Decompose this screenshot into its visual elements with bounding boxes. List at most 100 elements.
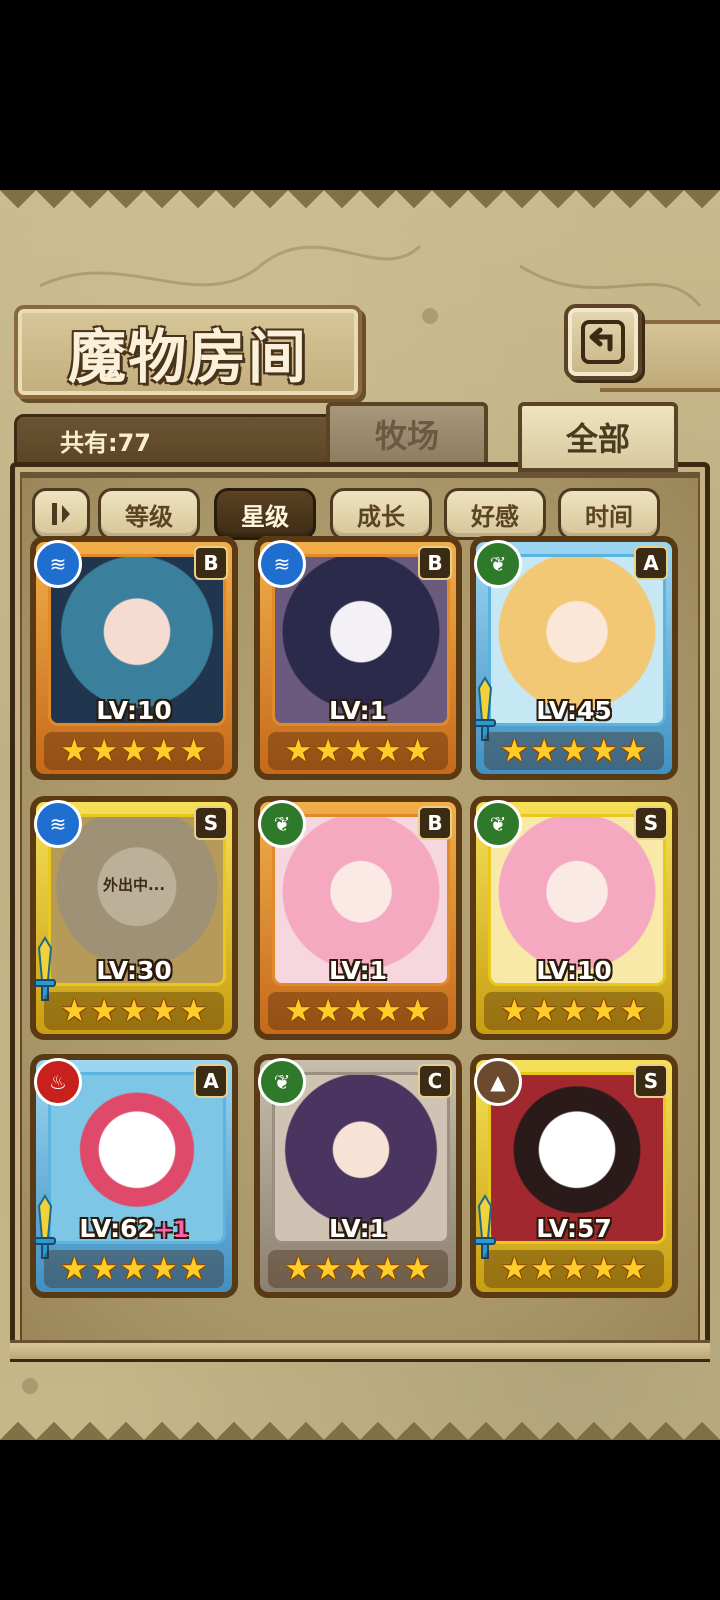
star-icon: ★: [284, 733, 313, 769]
fire-element-icon: ♨: [34, 1058, 82, 1106]
star-rating: ★ ★ ★ ★ ★: [44, 732, 224, 770]
monster-card[interactable]: C ❦ LV:1 ★ ★ ★ ★ ★: [254, 1054, 462, 1298]
star-icon: ★: [344, 1251, 372, 1287]
star-icon: ★: [60, 1251, 89, 1287]
level-text: LV:30: [96, 956, 172, 985]
star-icon: ★: [314, 1251, 343, 1287]
star-icon: ★: [373, 993, 402, 1029]
level-text: LV:45: [536, 696, 612, 725]
rank-badge: B: [194, 546, 228, 580]
monster-count: 共有:77: [60, 429, 151, 457]
level-text: LV:57: [536, 1214, 612, 1243]
star-icon: ★: [149, 993, 178, 1029]
star-icon: ★: [619, 733, 648, 769]
nature-element-icon: ❦: [258, 1058, 306, 1106]
water-element-icon: ≋: [34, 800, 82, 848]
rank-badge: S: [194, 806, 228, 840]
star-icon: ★: [344, 993, 372, 1029]
back-button[interactable]: [564, 304, 642, 380]
star-icon: ★: [530, 993, 559, 1029]
star-icon: ★: [60, 733, 89, 769]
star-rating: ★ ★ ★ ★ ★: [484, 1250, 664, 1288]
star-icon: ★: [589, 733, 618, 769]
star-icon: ★: [589, 1251, 618, 1287]
monster-card[interactable]: S ▲ LV:57 ★ ★ ★ ★ ★: [470, 1054, 678, 1298]
star-rating: ★ ★ ★ ★ ★: [268, 992, 448, 1030]
tab-all[interactable]: 全部: [518, 402, 678, 472]
rank-badge: B: [418, 546, 452, 580]
monster-card[interactable]: B ≋ LV:10 ★ ★ ★ ★ ★: [30, 536, 238, 780]
star-icon: ★: [120, 1251, 148, 1287]
star-icon: ★: [403, 733, 432, 769]
rank-badge: A: [634, 546, 668, 580]
sort-button-3[interactable]: 好感: [444, 488, 546, 540]
water-element-icon: ≋: [34, 540, 82, 588]
level-text: LV:10: [96, 696, 172, 725]
return-arrow-icon: [581, 320, 625, 364]
sort-button-label: 时间: [585, 502, 633, 531]
panel-bottom-rail: [10, 1340, 710, 1362]
monster-card[interactable]: S ❦ LV:10 ★ ★ ★ ★ ★: [470, 796, 678, 1040]
star-icon: ★: [179, 733, 208, 769]
star-icon: ★: [500, 733, 529, 769]
level-text: LV:62: [79, 1214, 155, 1243]
away-status: 外出中...: [102, 876, 166, 894]
monster-level: LV:57: [470, 1214, 678, 1243]
star-icon: ★: [619, 1251, 648, 1287]
star-icon: ★: [90, 733, 119, 769]
sort-toggle-icon: [52, 503, 70, 525]
rank-badge: B: [418, 806, 452, 840]
tab-label: 全部: [565, 420, 630, 458]
page-title: 魔物房间: [67, 323, 308, 391]
monster-card[interactable]: S ≋ 外出中... LV:30 ★ ★ ★ ★ ★: [30, 796, 238, 1040]
star-icon: ★: [90, 1251, 119, 1287]
star-icon: ★: [179, 993, 208, 1029]
monster-card[interactable]: A ❦ LV:45 ★ ★ ★ ★ ★: [470, 536, 678, 780]
sort-order-toggle[interactable]: [32, 488, 90, 540]
rank-badge: S: [634, 1064, 668, 1098]
star-icon: ★: [120, 733, 148, 769]
rank-badge: A: [194, 1064, 228, 1098]
star-rating: ★ ★ ★ ★ ★: [44, 1250, 224, 1288]
star-icon: ★: [560, 733, 588, 769]
monster-level: LV:10: [470, 956, 678, 985]
star-rating: ★ ★ ★ ★ ★: [484, 992, 664, 1030]
sort-button-2[interactable]: 成长: [330, 488, 432, 540]
star-rating: ★ ★ ★ ★ ★: [268, 732, 448, 770]
star-rating: ★ ★ ★ ★ ★: [44, 992, 224, 1030]
monster-level: LV:1: [254, 1214, 462, 1243]
star-icon: ★: [530, 1251, 559, 1287]
monster-level: LV:30: [30, 956, 238, 985]
nature-element-icon: ❦: [474, 800, 522, 848]
star-icon: ★: [60, 993, 89, 1029]
sort-button-label: 成长: [357, 502, 405, 531]
monster-card[interactable]: B ❦ LV:1 ★ ★ ★ ★ ★: [254, 796, 462, 1040]
star-icon: ★: [530, 733, 559, 769]
tab-label: 牧场: [374, 417, 439, 455]
star-icon: ★: [500, 993, 529, 1029]
star-icon: ★: [403, 993, 432, 1029]
star-icon: ★: [403, 1251, 432, 1287]
monster-card[interactable]: B ≋ LV:1 ★ ★ ★ ★ ★: [254, 536, 462, 780]
monster-level: LV:1: [254, 956, 462, 985]
level-bonus: +1: [154, 1218, 189, 1243]
torn-edge-top: [0, 190, 720, 226]
star-icon: ★: [373, 1251, 402, 1287]
level-text: LV:1: [328, 1214, 388, 1243]
sort-button-1[interactable]: 星级: [214, 488, 316, 540]
tab-ranch[interactable]: 牧场: [326, 402, 488, 466]
star-rating: ★ ★ ★ ★ ★: [268, 1250, 448, 1288]
water-element-icon: ≋: [258, 540, 306, 588]
sort-button-4[interactable]: 时间: [558, 488, 660, 540]
star-icon: ★: [120, 993, 148, 1029]
level-text: LV:1: [328, 696, 388, 725]
star-icon: ★: [373, 733, 402, 769]
torn-edge-bottom: [0, 1404, 720, 1440]
monster-card[interactable]: A ♨ LV:62+1 ★ ★ ★ ★ ★: [30, 1054, 238, 1298]
star-icon: ★: [314, 733, 343, 769]
star-icon: ★: [149, 733, 178, 769]
sort-button-0[interactable]: 等级: [98, 488, 200, 540]
monster-level: LV:62+1: [30, 1214, 238, 1243]
earth-element-icon: ▲: [474, 1058, 522, 1106]
star-icon: ★: [560, 1251, 588, 1287]
